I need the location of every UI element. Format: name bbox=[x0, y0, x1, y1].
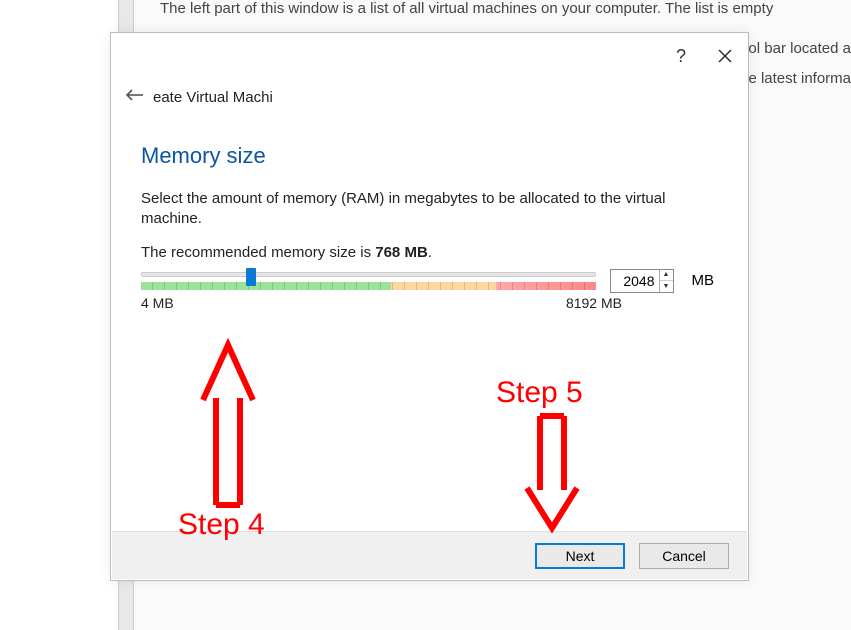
memory-recommendation: The recommended memory size is 768 MB. bbox=[141, 244, 718, 261]
create-vm-dialog: ? eate Virtual Machi Memory size Select … bbox=[110, 32, 749, 581]
recommend-value: 768 MB bbox=[375, 244, 428, 261]
breadcrumb: eate Virtual Machi bbox=[111, 79, 748, 115]
spin-up-icon[interactable]: ▲ bbox=[660, 270, 673, 282]
help-icon[interactable]: ? bbox=[676, 46, 686, 67]
memory-slider[interactable] bbox=[141, 270, 596, 292]
slider-min-label: 4 MB bbox=[141, 295, 174, 311]
page-title: Memory size bbox=[141, 143, 718, 169]
spin-down-icon[interactable]: ▼ bbox=[660, 281, 673, 292]
dialog-titlebar: ? bbox=[111, 33, 748, 79]
memory-description: Select the amount of memory (RAM) in meg… bbox=[141, 189, 671, 230]
cancel-button[interactable]: Cancel bbox=[639, 543, 729, 569]
recommend-suffix: . bbox=[428, 244, 432, 261]
close-icon[interactable] bbox=[718, 49, 732, 63]
recommend-prefix: The recommended memory size is bbox=[141, 244, 375, 261]
back-arrow-icon[interactable] bbox=[125, 88, 145, 106]
slider-thumb[interactable] bbox=[246, 268, 256, 286]
slider-max-label: 8192 MB bbox=[566, 295, 622, 311]
memory-input[interactable] bbox=[611, 270, 659, 292]
memory-unit: MB bbox=[688, 272, 719, 289]
background-text-line3: e latest informa bbox=[748, 70, 851, 87]
background-text-line2: ol bar located a bbox=[748, 40, 851, 57]
next-button[interactable]: Next bbox=[535, 543, 625, 569]
dialog-footer: Next Cancel bbox=[112, 531, 747, 579]
background-text-line1: The left part of this window is a list o… bbox=[160, 0, 773, 17]
memory-spinbox[interactable]: ▲ ▼ bbox=[610, 269, 674, 293]
breadcrumb-text: eate Virtual Machi bbox=[153, 89, 273, 106]
